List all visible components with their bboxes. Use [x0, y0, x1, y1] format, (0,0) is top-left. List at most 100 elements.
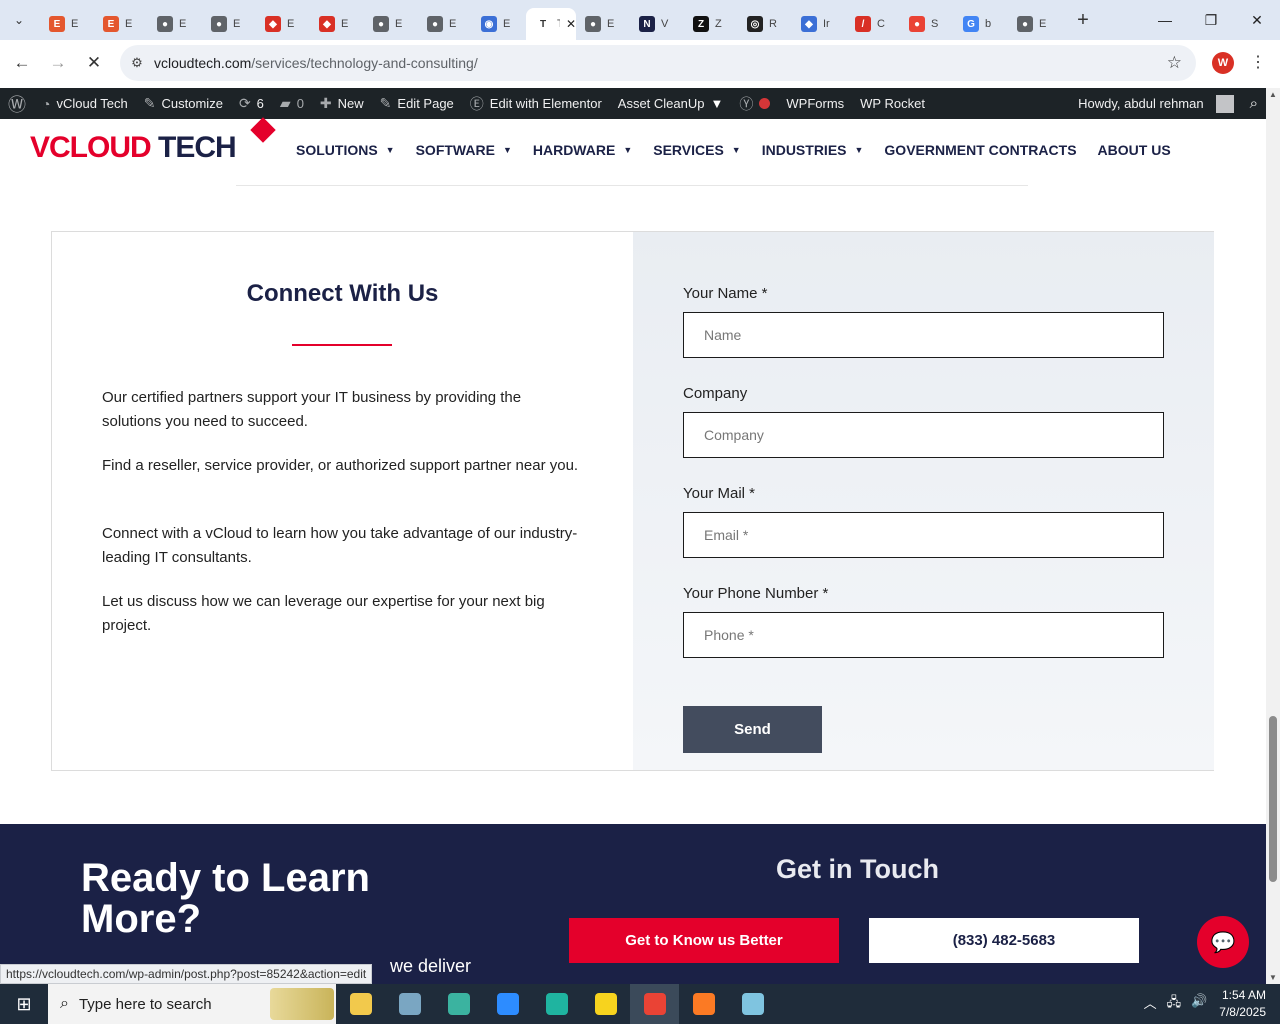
tray-chevron-icon[interactable]: ︿ — [1144, 993, 1157, 1015]
close-window-icon[interactable]: ✕ — [1234, 0, 1280, 40]
nav-item-hardware[interactable]: HARDWARE ▼ — [533, 142, 632, 158]
browser-tab[interactable]: / C — [846, 8, 900, 40]
admin-comments[interactable]: ▰ 0 — [272, 88, 312, 119]
tab-title: E — [395, 18, 403, 30]
admin-site-name[interactable]: ◔ vCloud Tech — [34, 88, 136, 119]
taskbar-search[interactable]: ⌕ Type here to search — [48, 984, 336, 1024]
paint-icon[interactable] — [385, 984, 434, 1024]
network-icon[interactable]: 🖧 — [1167, 993, 1182, 1015]
footer-title: Ready to Learn More? — [81, 856, 370, 941]
browser-tab[interactable]: NV — [630, 8, 684, 40]
nav-item-software[interactable]: SOFTWARE ▼ — [416, 142, 512, 158]
site-info-icon[interactable]: ⚙ — [120, 55, 154, 71]
restore-icon[interactable]: ❐ — [1188, 0, 1234, 40]
address-url[interactable]: vcloudtech.com/services/technology-and-c… — [154, 55, 478, 71]
tab-favicon-icon: ● — [157, 16, 173, 32]
site-logo[interactable]: VCLOUD TECH — [30, 117, 276, 165]
admin-account[interactable]: Howdy, abdul rehman — [1070, 88, 1242, 119]
browser-tab[interactable]: ◆ E — [256, 8, 310, 40]
browser-menu-icon[interactable]: ⋮ — [1250, 52, 1266, 72]
nav-item-services[interactable]: SERVICES ▼ — [653, 142, 740, 158]
nav-item-industries[interactable]: INDUSTRIES ▼ — [762, 142, 864, 158]
company-input[interactable]: Company — [683, 412, 1164, 458]
browser-tab[interactable]: ● S — [900, 8, 954, 40]
nav-item-label: HARDWARE — [532, 142, 616, 158]
close-tab-icon[interactable]: ✕ — [566, 17, 576, 31]
browser-tab[interactable]: ● E — [148, 8, 202, 40]
wordpress-logo-icon[interactable]: Ⓦ — [0, 88, 34, 119]
tray-clock[interactable]: 1:54 AM 7/8/2025 — [1219, 987, 1266, 1021]
browser-tab[interactable]: ZZ — [684, 8, 738, 40]
tab-title: R — [769, 18, 777, 30]
app-glyph — [496, 993, 519, 1015]
caret-down-icon: ▼ — [731, 145, 741, 155]
sticky-notes-icon[interactable] — [581, 984, 630, 1024]
chat-bubble-icon[interactable]: 💬 — [1197, 916, 1249, 968]
customize-label: Customize — [161, 96, 223, 111]
nav-item-solutions[interactable]: SOLUTIONS ▼ — [296, 142, 395, 158]
nav-item-about-us[interactable]: ABOUT US — [1098, 142, 1171, 158]
back-arrow-icon[interactable]: ← — [4, 45, 40, 81]
admin-new[interactable]: ✚ New — [312, 88, 372, 119]
contact-paragraph: Find a reseller, service provider, or au… — [102, 457, 579, 474]
browser-tab[interactable]: ● E — [202, 8, 256, 40]
browser-tab[interactable]: ● E — [1008, 8, 1062, 40]
browser-tab[interactable]: ● E — [364, 8, 418, 40]
new-tab-plus-icon[interactable]: + — [1068, 5, 1098, 35]
phone-button[interactable]: (833) 482-5683 — [869, 918, 1139, 963]
phone-input[interactable]: Phone * — [683, 612, 1164, 658]
scroll-up-icon[interactable]: ▲ — [1269, 90, 1277, 99]
browser-tab[interactable]: EE — [40, 8, 94, 40]
updates-icon: ⟳ — [238, 95, 251, 111]
address-bar[interactable]: ⚙ vcloudtech.com/services/technology-and… — [120, 45, 1196, 81]
nav-item-government-contracts[interactable]: GOVERNMENT CONTRACTS — [884, 142, 1076, 158]
browser-tab[interactable]: ◎ R — [738, 8, 792, 40]
tab-title: Te — [557, 18, 560, 30]
admin-wpforms[interactable]: WPForms — [778, 88, 852, 119]
admin-customize[interactable]: ✎ Customize — [136, 88, 231, 119]
xampp-icon[interactable] — [679, 984, 728, 1024]
scroll-down-icon[interactable]: ▼ — [1269, 973, 1277, 982]
stop-loading-icon[interactable]: ✕ — [76, 45, 112, 81]
tab-title: E — [125, 18, 133, 30]
taskbar-apps — [336, 984, 777, 1024]
forward-arrow-icon[interactable]: → — [40, 45, 76, 81]
scroll-thumb[interactable] — [1269, 716, 1277, 882]
page-scrollbar[interactable]: ▲ ▼ — [1266, 88, 1280, 984]
bookmark-star-icon[interactable]: ☆ — [1167, 53, 1182, 73]
browser-tab[interactable]: Gb — [954, 8, 1008, 40]
notepad-icon[interactable] — [728, 984, 777, 1024]
browser-tab[interactable]: ◆ Ir — [792, 8, 846, 40]
admin-asset-cleanup[interactable]: Asset CleanUp ▼ — [610, 88, 732, 119]
browser-tab[interactable]: ● E — [576, 8, 630, 40]
browser-tab[interactable]: ● E — [418, 8, 472, 40]
admin-updates[interactable]: ⟳ 6 — [231, 88, 272, 119]
name-input[interactable]: Name — [683, 312, 1164, 358]
new-label: New — [337, 96, 364, 111]
contact-title: Connect With Us — [246, 280, 439, 307]
admin-edit-page[interactable]: ✎ Edit Page — [372, 88, 462, 119]
tab-favicon-icon: T — [539, 18, 547, 30]
profile-avatar[interactable]: W — [1212, 52, 1234, 74]
browser-tab[interactable]: EE — [94, 8, 148, 40]
get-to-know-button[interactable]: Get to Know us Better — [569, 918, 839, 963]
phone-label: Your Phone Number * — [683, 585, 829, 602]
admin-elementor[interactable]: Ⓔ Edit with Elementor — [462, 88, 610, 119]
app-diamond-icon[interactable] — [434, 984, 483, 1024]
zoom-icon[interactable] — [483, 984, 532, 1024]
admin-search-icon[interactable]: ⌕ — [1242, 88, 1266, 119]
browser-tab[interactable]: T Te ✕ — [526, 8, 576, 40]
edge-icon[interactable] — [532, 984, 581, 1024]
admin-yoast[interactable]: Ⓨ — [731, 88, 778, 119]
email-input[interactable]: Email * — [683, 512, 1164, 558]
minimize-icon[interactable]: — — [1142, 0, 1188, 40]
tab-search-chevron-icon[interactable]: ⌄ — [5, 6, 33, 34]
admin-wprocket[interactable]: WP Rocket — [852, 88, 933, 119]
chrome-icon[interactable] — [630, 984, 679, 1024]
volume-icon[interactable]: 🔊 — [1191, 993, 1207, 1015]
browser-tab[interactable]: ◉ E — [472, 8, 526, 40]
browser-tab[interactable]: ◆ E — [310, 8, 364, 40]
send-button[interactable]: Send — [683, 706, 822, 753]
windows-start-icon[interactable]: ⊞ — [0, 984, 48, 1024]
file-explorer-icon[interactable] — [336, 984, 385, 1024]
